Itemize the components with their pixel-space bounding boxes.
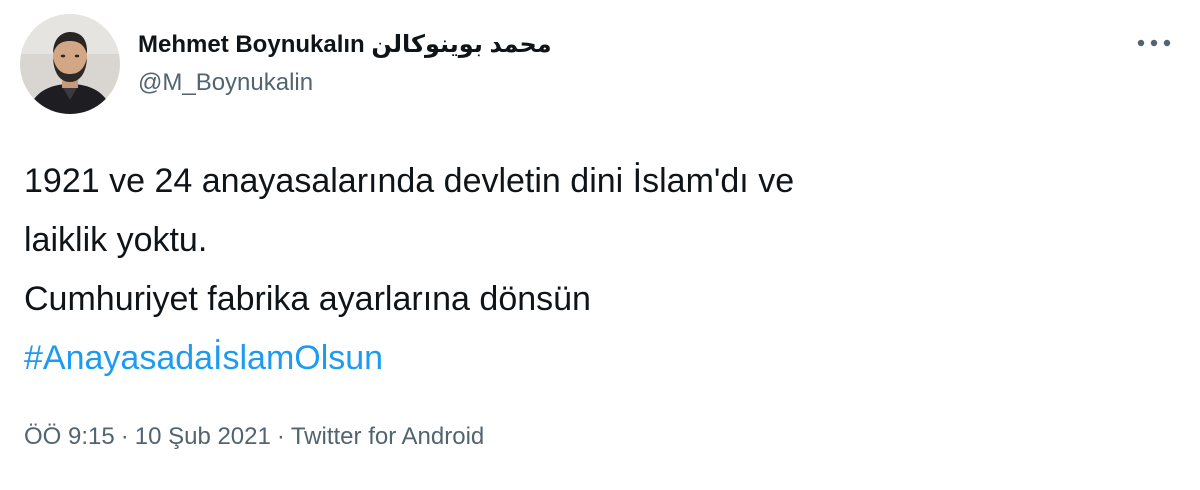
tweet-time[interactable]: ÖÖ 9:15 bbox=[24, 423, 115, 450]
hashtag-link[interactable]: #AnayasadaİslamOlsun bbox=[24, 339, 383, 377]
more-options-button[interactable] bbox=[1134, 28, 1174, 58]
profile-photo-icon bbox=[20, 14, 120, 114]
tweet-text-line: Cumhuriyet fabrika ayarlarına dönsün bbox=[24, 280, 591, 318]
avatar[interactable] bbox=[20, 14, 120, 114]
tweet-metadata: ÖÖ 9:15 · 10 Şub 2021 · Twitter for Android bbox=[24, 422, 484, 452]
tweet-text-line: 1921 ve 24 anayasalarında devletin dini … bbox=[24, 162, 795, 200]
tweet-text: 1921 ve 24 anayasalarında devletin dini … bbox=[24, 152, 1144, 388]
author-display-name[interactable]: Mehmet Boynukalın محمد بوينوكالن bbox=[138, 30, 552, 60]
tweet-text-line: laiklik yoktu. bbox=[24, 221, 208, 259]
more-options-icon bbox=[1137, 39, 1171, 47]
tweet-card: Mehmet Boynukalın محمد بوينوكالن @M_Boyn… bbox=[0, 0, 1200, 490]
meta-separator: · bbox=[120, 423, 129, 450]
tweet-header: Mehmet Boynukalın محمد بوينوكالن @M_Boyn… bbox=[20, 14, 552, 114]
meta-separator: · bbox=[276, 423, 285, 450]
tweet-source-link[interactable]: Twitter for Android bbox=[291, 423, 484, 450]
author-names: Mehmet Boynukalın محمد بوينوكالن @M_Boyn… bbox=[138, 30, 552, 98]
tweet-date[interactable]: 10 Şub 2021 bbox=[135, 423, 271, 450]
author-handle[interactable]: @M_Boynukalin bbox=[138, 68, 552, 98]
